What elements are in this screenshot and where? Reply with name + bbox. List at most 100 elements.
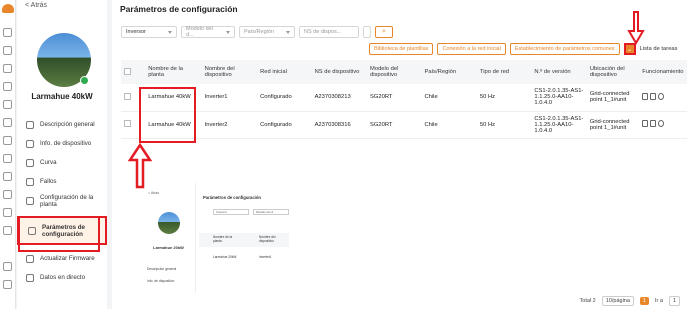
col-location: Ubicación del dispositivo — [586, 60, 640, 84]
search-icon: ⌕ — [382, 28, 386, 35]
sidebar-item-device-info[interactable]: Info. de dispositivo — [17, 134, 107, 153]
live-data-icon — [26, 273, 34, 282]
grid-connection-button[interactable]: Conexión a la red inicial — [437, 43, 506, 55]
select-all-checkbox[interactable] — [124, 67, 131, 75]
common-params-button[interactable]: Establecimiento de parámetros comunes — [509, 43, 620, 55]
cell-sn: A2370308213 — [311, 84, 368, 112]
plant-config-icon — [26, 196, 34, 205]
sidebar-item-curve[interactable]: Curva — [17, 153, 107, 172]
col-device-name: Nombre del dispositivo — [201, 60, 258, 84]
goto-input[interactable]: 1 — [668, 296, 680, 306]
more-options-icon[interactable] — [363, 26, 371, 38]
goto-label: Ir a — [654, 298, 663, 304]
cell-country: Chile — [421, 111, 477, 139]
highlight-sidebar-item — [18, 216, 100, 252]
filter-bar: Inversor Modelo del d... País/Región NS … — [121, 26, 393, 38]
cloud-logo-icon[interactable] — [2, 4, 14, 13]
sidebar-item-faults[interactable]: Fallos — [17, 172, 107, 191]
people-icon[interactable] — [3, 154, 12, 163]
chevron-down-icon — [226, 30, 230, 34]
settings-icon[interactable] — [3, 136, 12, 145]
search-button[interactable]: ⌕ — [375, 26, 393, 38]
tools-icon[interactable] — [3, 100, 12, 109]
history-icon[interactable] — [658, 120, 665, 127]
pagination: Total 2 10/página 1 Ir a 1 — [580, 296, 680, 306]
table-header-row: Nombre de la planta Nombre del dispositi… — [121, 60, 687, 84]
table-row[interactable]: Larmahue 40kW Inverter1 Configurado A237… — [121, 84, 687, 112]
arrow-down-icon — [627, 11, 645, 45]
current-page[interactable]: 1 — [639, 297, 649, 305]
warning-icon — [26, 177, 34, 186]
col-sn: NS de dispositivo — [311, 60, 368, 84]
row-checkbox[interactable] — [124, 92, 131, 100]
plant-avatar — [37, 33, 91, 87]
edit-icon[interactable] — [642, 120, 649, 127]
inset-header-plant: Nombre de la planta — [213, 235, 233, 243]
flow-icon[interactable] — [3, 190, 12, 199]
chart-icon[interactable] — [3, 64, 12, 73]
inset-menu-item: Descripción general — [147, 267, 177, 271]
col-grid: Red inicial — [257, 60, 312, 84]
page-size-select[interactable]: 10/página — [601, 296, 634, 306]
cell-version: CS1-2.0.1.35-AS1-1.1.25.0-AA10-1.0.4.0 — [531, 111, 587, 139]
cell-location: Grid-connected point 1_1#unit — [586, 111, 640, 139]
row-actions — [642, 92, 665, 100]
inset-avatar — [158, 212, 180, 234]
page-title: Parámetros de configuración — [120, 4, 238, 14]
overview-icon — [26, 120, 34, 129]
sidebar-menu: Descripción general Info. de dispositivo… — [17, 115, 107, 287]
plant-sidebar: < Atrás Larmahue 40kW Descripción genera… — [17, 0, 107, 309]
sidebar-item-plant-config[interactable]: Configuración de la planta — [17, 191, 107, 210]
inset-menu-item: Info. de dispositivo — [147, 279, 175, 283]
col-model: Modelo del dispositivo — [367, 60, 422, 84]
plant-name: Larmahue 40kW — [31, 92, 93, 101]
cell-grid: Configurado — [257, 111, 312, 139]
sidebar-item-overview[interactable]: Descripción general — [17, 115, 107, 134]
table-row[interactable]: Larmahue 40kW Inverter2 Configurado A237… — [121, 111, 687, 139]
history-icon[interactable] — [658, 92, 665, 100]
sidebar-item-live-data[interactable]: Datos en directo — [17, 268, 107, 287]
report-icon[interactable] — [3, 172, 12, 181]
chevron-down-icon — [286, 30, 290, 34]
document-icon[interactable] — [650, 120, 657, 127]
total-count: Total 2 — [579, 298, 596, 304]
device-icon[interactable] — [3, 82, 12, 91]
inset-title: Parámetros de configuración — [203, 195, 261, 200]
cell-device: Inverter1 — [201, 84, 258, 112]
back-link[interactable]: < Atrás — [25, 2, 47, 9]
cell-version: CS1-2.0.1.35-AS1-1.1.25.0-AA10-1.0.4.0 — [531, 84, 587, 112]
cell-model: SG20RT — [367, 111, 422, 139]
template-library-button[interactable]: Biblioteca de plantillas — [369, 43, 434, 55]
cell-model: SG20RT — [367, 84, 422, 112]
cell-location: Grid-connected point 1_1#unit — [586, 84, 640, 112]
arrow-up-icon — [128, 142, 152, 189]
col-grid-type: Tipo de red — [476, 60, 532, 84]
cell-device: Inverter2 — [201, 111, 258, 139]
task-list-link[interactable]: Lista de tareas — [640, 46, 678, 52]
help-icon[interactable] — [3, 226, 12, 235]
curve-icon — [26, 158, 34, 167]
device-type-select[interactable]: Inversor — [121, 26, 177, 38]
inset-header-device: Nombre del dispositivo — [259, 235, 276, 243]
highlight-plant-cells — [139, 87, 196, 143]
inset-back-link: < Atrás — [148, 191, 159, 195]
chevron-down-icon — [168, 30, 172, 34]
model-select[interactable]: Modelo del d... — [181, 26, 235, 38]
country-select[interactable]: País/Región — [239, 26, 295, 38]
alert-icon[interactable] — [3, 46, 12, 55]
device-info-icon — [26, 139, 34, 148]
home-icon[interactable] — [3, 28, 12, 37]
col-country: País/Región — [421, 60, 477, 84]
globe-icon[interactable] — [3, 262, 12, 271]
sn-input[interactable]: NS de dispos... — [299, 26, 359, 38]
row-checkbox[interactable] — [124, 120, 131, 127]
col-plant: Nombre de la planta — [145, 60, 202, 84]
bell-icon[interactable] — [3, 208, 12, 217]
edit-icon[interactable] — [642, 92, 649, 100]
row-actions — [642, 120, 665, 127]
document-icon[interactable] — [650, 92, 657, 100]
inset-sidebar: < Atrás Larmahue 20kW Descripción genera… — [141, 183, 196, 293]
list-icon[interactable] — [3, 118, 12, 127]
logout-icon[interactable] — [3, 280, 12, 289]
col-operation: Funcionamiento — [639, 60, 687, 84]
